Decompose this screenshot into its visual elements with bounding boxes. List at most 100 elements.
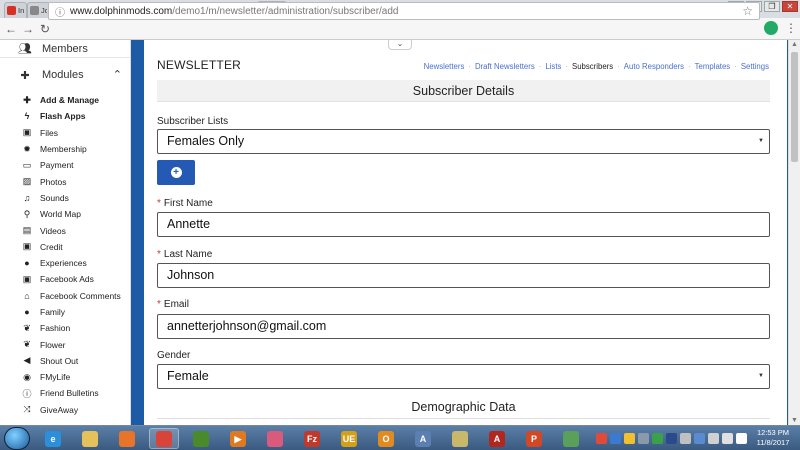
users-icon: 👥︎ (18, 43, 32, 55)
taskbar-app-button[interactable] (260, 428, 290, 449)
sidebar-module-item[interactable]: ❦ Flower (22, 336, 130, 352)
forward-icon[interactable]: → (21, 22, 35, 36)
close-window-button[interactable]: ✕ (782, 1, 798, 12)
extension-icon[interactable] (764, 21, 778, 35)
sidebar-module-item[interactable]: ❦ Fashion (22, 320, 130, 336)
browser-tab[interactable]: Joi (27, 2, 50, 18)
subnav-link[interactable]: Draft Newsletters (475, 62, 535, 71)
sidebar-module-item[interactable]: ● Family (22, 304, 130, 320)
scroll-up-icon[interactable]: ▲ (791, 41, 798, 48)
browser-tab[interactable]: Inb (4, 2, 27, 18)
sidebar-module-label: Facebook Comments (40, 290, 121, 301)
leaf-icon: ❦ (23, 322, 31, 333)
email-field[interactable]: annetterjohnson@gmail.com (157, 314, 770, 339)
address-bar[interactable]: ⓘ www.dolphinmods.com/demo1/m/newsletter… (48, 2, 760, 20)
sidebar-module-item[interactable]: ϟ Flash Apps (22, 108, 130, 124)
taskbar-app-button[interactable] (75, 428, 105, 449)
sidebar-module-item[interactable]: ▣ Facebook Ads (22, 271, 130, 287)
page-scrollbar[interactable]: ▲ ▼ (788, 40, 800, 425)
scroll-down-icon[interactable]: ▼ (791, 417, 798, 424)
sidebar-module-item[interactable]: ▤ Videos (22, 222, 130, 238)
last-name-field[interactable]: Johnson (157, 263, 770, 288)
chevron-down-icon[interactable]: ⌄ (388, 40, 412, 50)
sidebar-module-item[interactable]: ✹ Membership (22, 141, 130, 157)
sidebar-module-label: Experiences (40, 258, 87, 269)
tray-app-icon[interactable] (652, 433, 663, 444)
chevron-up-icon[interactable]: ⌃ (113, 68, 122, 81)
browser-menu-icon[interactable]: ⋮ (785, 21, 797, 35)
taskbar-app-button[interactable]: e (38, 428, 68, 449)
subnav-separator: · (468, 62, 471, 71)
subnav-link[interactable]: Templates (695, 62, 731, 71)
sidebar-module-item[interactable]: ◉ FMyLife (22, 369, 130, 385)
taskbar-app-button[interactable] (445, 428, 475, 449)
scrollbar-thumb[interactable] (791, 52, 798, 162)
sidebar-module-item[interactable]: ▨ Photos (22, 173, 130, 189)
sidebar-module-item[interactable]: ⤨ GiveAway (22, 402, 130, 418)
music-icon: ♫ (23, 192, 31, 203)
taskbar-app-button[interactable]: O (371, 428, 401, 449)
tray-app-icon[interactable] (638, 433, 649, 444)
volume-icon[interactable] (722, 433, 733, 444)
sidebar-module-item[interactable]: ⚲ World Map (22, 206, 130, 222)
subscriber-lists-select[interactable]: Females Only ▼ (157, 129, 770, 154)
ue-icon: UE (341, 430, 357, 447)
tray-app-icon[interactable] (624, 433, 635, 444)
tray-app-icon[interactable] (610, 433, 621, 444)
gear-icon: ✹ (23, 143, 31, 154)
subnav-link[interactable]: Auto Responders (624, 62, 684, 71)
tray-app-icon[interactable] (596, 433, 607, 444)
sidebar-module-item[interactable]: ♫ Sounds (22, 190, 130, 206)
sidebar-module-item[interactable]: ⓘ Friend Bulletins (22, 385, 130, 401)
sidebar-module-item[interactable]: ◀ Shout Out (22, 353, 130, 369)
gender-value: Female (167, 369, 209, 383)
system-clock[interactable]: 12:53 PM 11/8/2017 (749, 428, 797, 448)
sidebar-module-label: Sounds (40, 192, 69, 203)
bookmark-star-icon[interactable]: ☆ (742, 4, 753, 18)
taskbar-app-button[interactable]: A (482, 428, 512, 449)
back-icon[interactable]: ← (4, 22, 18, 36)
add-list-button[interactable]: + (157, 160, 195, 185)
flag-icon[interactable] (736, 433, 747, 444)
taskbar-app-button[interactable]: A (408, 428, 438, 449)
subnav-link[interactable]: Lists (545, 62, 561, 71)
tray-app-icon[interactable] (680, 433, 691, 444)
film-icon: ▤ (22, 225, 32, 236)
subnav-link[interactable]: Newsletters (424, 62, 465, 71)
sidebar-module-label: Photos (40, 176, 67, 187)
sidebar-module-item[interactable]: ⌂ Facebook Comments (22, 288, 130, 304)
info-icon[interactable]: ⓘ (55, 4, 65, 19)
money-icon: ▣ (22, 273, 32, 284)
first-name-field[interactable]: Annette (157, 212, 770, 237)
sidebar-item-modules[interactable]: ✚ Modules ⌃ (0, 58, 130, 92)
taskbar-app-button[interactable]: ▶ (223, 428, 253, 449)
subnav-link[interactable]: Subscribers (572, 62, 613, 71)
sidebar-module-item[interactable]: ▣ Credit (22, 239, 130, 255)
sidebar-module-label: Flash Apps (40, 111, 86, 122)
start-button[interactable] (4, 427, 30, 450)
sidebar-module-item[interactable]: ▣ Files (22, 125, 130, 141)
sidebar-item-members[interactable]: 👥︎ Members (0, 40, 130, 58)
sidebar-module-item[interactable]: ✚ Add & Manage (22, 92, 130, 108)
dropdown-caret-icon: ▼ (758, 138, 764, 144)
image-icon: ▨ (22, 176, 32, 187)
tray-app-icon[interactable] (666, 433, 677, 444)
gmail-icon (7, 6, 16, 15)
reload-icon[interactable]: ↻ (38, 22, 52, 36)
sidebar-module-item[interactable]: ● Experiences (22, 255, 130, 271)
sidebar-module-label: World Map (40, 209, 81, 220)
subnav-separator: · (617, 62, 620, 71)
network-icon[interactable] (708, 433, 719, 444)
gender-select[interactable]: Female ▼ (157, 364, 770, 389)
taskbar-app-button[interactable]: P (519, 428, 549, 449)
subnav-link[interactable]: Settings (741, 62, 769, 71)
tray-app-icon[interactable] (694, 433, 705, 444)
sidebar-module-item[interactable]: ▭ Payment (22, 157, 130, 173)
taskbar-app-button[interactable] (112, 428, 142, 449)
taskbar-app-button[interactable] (556, 428, 586, 449)
restore-button[interactable]: ❐ (764, 1, 780, 12)
taskbar-app-button[interactable]: Fz (297, 428, 327, 449)
taskbar-app-button[interactable] (186, 428, 216, 449)
taskbar-app-button[interactable]: UE (334, 428, 364, 449)
taskbar-app-button[interactable] (149, 428, 179, 449)
